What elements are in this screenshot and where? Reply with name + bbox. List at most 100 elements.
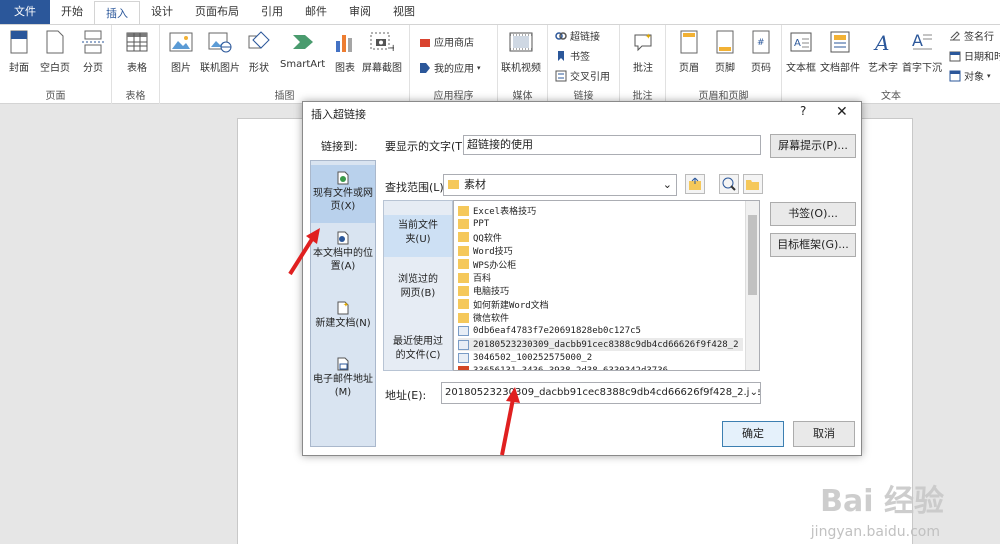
picture-button[interactable]: 图片 [168,29,194,74]
footer-button[interactable]: 页脚 [712,29,738,74]
scrollbar-thumb[interactable] [748,215,757,295]
page-number-button[interactable]: # 页码 [748,29,774,74]
link-email-address[interactable]: 电子邮件地址 (M) [311,357,375,407]
signature-line-button[interactable]: 签名行 [948,27,994,44]
file-list-item[interactable]: 3046502_100252575000_2 [458,351,592,364]
address-input[interactable]: 20180523230309_dacbb91cec8388c9db4cd6662… [441,382,761,404]
nav-recent-files[interactable]: 最近使用过 的文件(C) [384,335,452,369]
ok-button[interactable]: 确定 [722,421,784,447]
table-icon [124,29,150,55]
online-video-button[interactable]: 联机视频 [501,29,541,74]
shapes-button[interactable]: 形状 [246,29,272,74]
drop-cap-button[interactable]: A 首字下沉 [902,29,942,74]
close-button[interactable]: ✕ [836,104,848,120]
file-list-item[interactable]: WPS办公柜 [458,258,516,271]
picture-icon [168,29,194,55]
group-pages: 封面 空白页 分页 页面 [0,25,112,104]
file-list-item[interactable]: PPT [458,217,489,230]
file-list-item[interactable]: 电脑技巧 [458,284,509,297]
display-text-input[interactable]: 超链接的使用 [463,135,761,155]
file-list-item[interactable]: 20180523230309_dacbb91cec8388c9db4cd6662… [458,338,743,351]
file-list-item[interactable]: 如何新建Word文档 [458,298,549,311]
display-text-label: 要显示的文字(T): [385,140,471,153]
svg-text:A: A [873,31,889,53]
bookmark-button[interactable]: 书签 [554,47,590,64]
annotation-arrow-left [288,228,320,276]
smartart-button[interactable]: SmartArt [280,29,325,70]
tab-layout[interactable]: 页面布局 [184,0,250,24]
page-break-button[interactable]: 分页 [80,29,106,74]
comment-button[interactable]: ✦ 批注 [630,29,656,74]
tab-design[interactable]: 设计 [140,0,184,24]
tab-references[interactable]: 引用 [250,0,294,24]
browse-file-button[interactable] [743,174,763,194]
tab-review[interactable]: 审阅 [338,0,382,24]
look-in-select[interactable]: 素材 ⌄ [443,174,677,196]
date-time-button[interactable]: 日期和时 [948,47,1000,64]
online-picture-icon [207,29,233,55]
tab-view[interactable]: 视图 [382,0,426,24]
cross-reference-button[interactable]: 交叉引用 [554,67,610,84]
footer-icon [712,29,738,55]
bookmark-dialog-button[interactable]: 书签(O)... [770,202,856,226]
file-list[interactable]: Excel表格技巧 PPT QQ软件 Word技巧 WPS办公柜 百科 电脑技巧 如何新建Wo… [453,200,760,371]
link-to-label: 链接到: [321,140,358,153]
group-label-pages: 页面 [45,91,66,102]
tab-file[interactable]: 文件 [0,0,50,24]
group-label-comments: 批注 [632,91,653,102]
my-apps-button[interactable]: 我的应用 ▾ [418,59,481,76]
file-list-item[interactable]: 0db6eaf4783f7e20691828eb0c127c5 [458,325,641,338]
chevron-down-icon: ⌄ [662,178,672,191]
file-list-item[interactable]: Excel表格技巧 [458,204,536,217]
file-list-item[interactable]: 33656131-3436-3938-2d38-6330342d3736 [458,365,668,370]
tab-insert[interactable]: 插入 [94,1,140,25]
object-button[interactable]: 对象 ▾ [948,67,991,84]
chart-button[interactable]: 图表 [332,29,358,74]
store-button[interactable]: 应用商店 [418,33,474,50]
header-button[interactable]: 页眉 [676,29,702,74]
link-existing-file[interactable]: 现有文件或网 页(X) [311,165,375,223]
up-folder-button[interactable] [685,174,705,194]
file-list-item[interactable]: 微信软件 [458,311,509,324]
tab-home[interactable]: 开始 [50,0,94,24]
textbox-button[interactable]: A 文本框 [786,29,816,74]
folder-icon [458,312,469,323]
tab-mailings[interactable]: 邮件 [294,0,338,24]
file-list-scrollbar[interactable] [745,201,759,370]
file-list-item[interactable]: Word技巧 [458,244,513,257]
document-place-icon [337,231,349,245]
table-button[interactable]: 表格 [124,29,150,74]
blank-page-button[interactable]: 空白页 [40,29,70,74]
cancel-button[interactable]: 取消 [793,421,855,447]
group-media: 联机视频 媒体 [498,25,548,104]
svg-text:✦: ✦ [343,301,349,309]
nav-browsed-pages[interactable]: 浏览过的 网页(B) [384,273,452,307]
hyperlink-button[interactable]: 超链接 [554,27,600,44]
chevron-down-icon: ⌄ [749,383,758,403]
browse-web-button[interactable] [719,174,739,194]
group-label-media: 媒体 [512,91,533,102]
group-links: 超链接 书签 交叉引用 链接 [548,25,620,104]
nav-current-folder[interactable]: 当前文件 夹(U) [384,215,452,257]
browse-nav-panel: 当前文件 夹(U) 浏览过的 网页(B) 最近使用过 的文件(C) [383,200,453,371]
cover-button[interactable]: 封面 [6,29,32,74]
link-new-document[interactable]: ✦ 新建文档(N) [311,301,375,341]
help-button[interactable]: ? [800,104,806,118]
wordart-button[interactable]: A 艺术字 [868,29,898,74]
ribbon-tabs: 文件 开始 插入 设计 页面布局 引用 邮件 审阅 视图 [0,0,1000,25]
dialog-title: 插入超链接 [311,108,366,121]
drop-cap-icon: A [909,29,935,55]
wordart-icon: A [870,29,896,55]
file-list-item[interactable]: QQ软件 [458,231,502,244]
powerpoint-file-icon [458,366,469,370]
group-label-apps: 应用程序 [433,91,474,102]
file-list-item[interactable]: 百科 [458,271,491,284]
new-document-icon: ✦ [337,301,349,315]
online-picture-button[interactable]: 联机图片 [200,29,240,74]
quick-parts-button[interactable]: 文档部件 [820,29,860,74]
cross-reference-icon [554,69,567,82]
screenshot-button[interactable]: + 屏幕截图 [362,29,402,74]
target-frame-button[interactable]: 目标框架(G)... [770,233,856,257]
bookmark-icon [554,49,567,62]
screentip-button[interactable]: 屏幕提示(P)... [770,134,856,158]
